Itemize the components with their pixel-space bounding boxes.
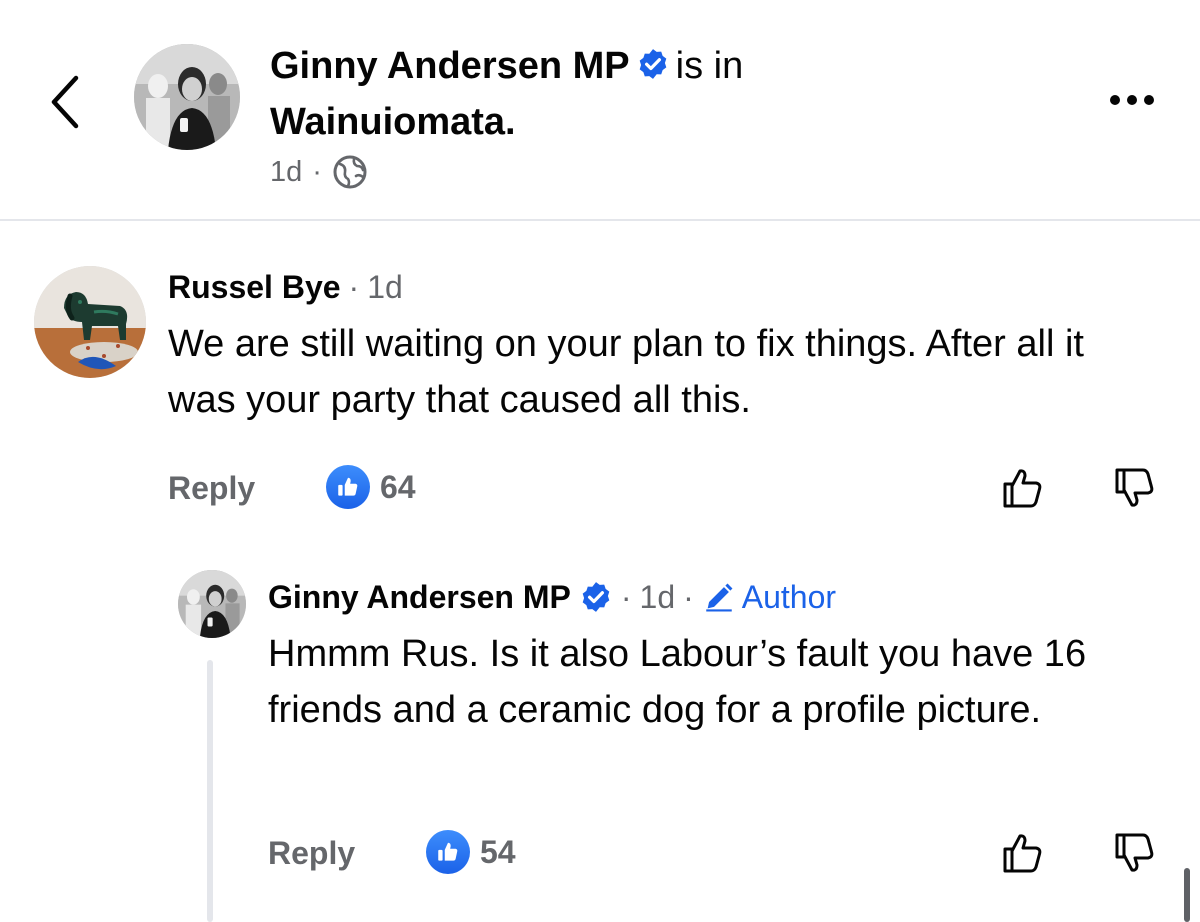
- reply-label: Reply: [268, 834, 356, 871]
- comment-header: Russel Bye · 1d: [168, 266, 403, 308]
- verified-badge-icon: [639, 49, 666, 79]
- post-header-title: Ginny Andersen MP is in Wainuiomata.: [270, 38, 1030, 150]
- avatar-photo: [178, 570, 246, 638]
- upvote-button[interactable]: [996, 827, 1048, 879]
- post-location[interactable]: Wainuiomata.: [270, 101, 516, 143]
- header-divider: [0, 219, 1200, 221]
- verified-badge-icon: [582, 582, 610, 612]
- back-button[interactable]: [40, 70, 90, 134]
- reply-label: Reply: [168, 469, 256, 506]
- reply-button[interactable]: Reply: [168, 463, 255, 513]
- like-count: 54: [480, 833, 516, 870]
- thumbs-up-icon: [338, 477, 358, 496]
- ceramic-dog-avatar: [34, 266, 146, 378]
- reply-author-avatar[interactable]: [178, 570, 246, 638]
- thumbs-up-outline-icon: [1003, 834, 1042, 873]
- scrollbar[interactable]: [1184, 868, 1190, 922]
- reply-text: Hmmm Rus. Is it also Labour’s fault you …: [268, 633, 1087, 731]
- reply-timestamp[interactable]: 1d: [640, 579, 676, 616]
- avatar-photo: [134, 44, 240, 150]
- like-reaction-icon: [326, 465, 370, 509]
- reply-button[interactable]: Reply: [268, 828, 355, 878]
- thumbs-down-outline-icon: [1115, 833, 1154, 872]
- like-count: 64: [380, 468, 416, 505]
- meta-separator: ·: [620, 578, 632, 615]
- chevron-left-icon: [51, 75, 79, 129]
- more-options-button[interactable]: [1096, 82, 1168, 118]
- thumbs-up-outline-icon: [1003, 469, 1042, 508]
- reply-thread-line: [207, 660, 213, 922]
- reply-author[interactable]: Ginny Andersen MP: [268, 579, 571, 616]
- comment-text: We are still waiting on your plan to fix…: [168, 323, 1084, 421]
- comment-author[interactable]: Russel Bye: [168, 269, 341, 306]
- reaction-summary[interactable]: 54: [426, 830, 516, 874]
- upvote-button[interactable]: [996, 462, 1048, 514]
- meta-separator: ·: [348, 268, 360, 305]
- globe-icon: [333, 155, 367, 189]
- meta-separator: ·: [312, 155, 322, 188]
- reply-header: Ginny Andersen MP · 1d · Author: [268, 575, 836, 619]
- comment-timestamp[interactable]: 1d: [367, 269, 403, 306]
- downvote-button[interactable]: [1108, 827, 1160, 879]
- author-badge-label: Author: [741, 578, 837, 615]
- pencil-icon: [706, 583, 733, 612]
- post-author-name[interactable]: Ginny Andersen MP: [270, 45, 630, 87]
- is-in-text: is in: [675, 45, 744, 87]
- post-timestamp[interactable]: 1d: [270, 156, 302, 189]
- more-dot-icon: [1144, 95, 1154, 105]
- reaction-summary[interactable]: 64: [326, 465, 416, 509]
- more-dot-icon: [1110, 95, 1120, 105]
- post-author-avatar[interactable]: [134, 44, 240, 150]
- commenter-avatar[interactable]: [34, 266, 146, 378]
- like-reaction-icon: [426, 830, 470, 874]
- downvote-button[interactable]: [1108, 462, 1160, 514]
- more-dot-icon: [1127, 95, 1137, 105]
- thumbs-up-icon: [438, 842, 458, 861]
- author-badge: Author: [702, 579, 836, 616]
- meta-separator: ·: [683, 578, 694, 615]
- post-meta: 1d ·: [270, 152, 368, 192]
- thumbs-down-outline-icon: [1115, 468, 1154, 507]
